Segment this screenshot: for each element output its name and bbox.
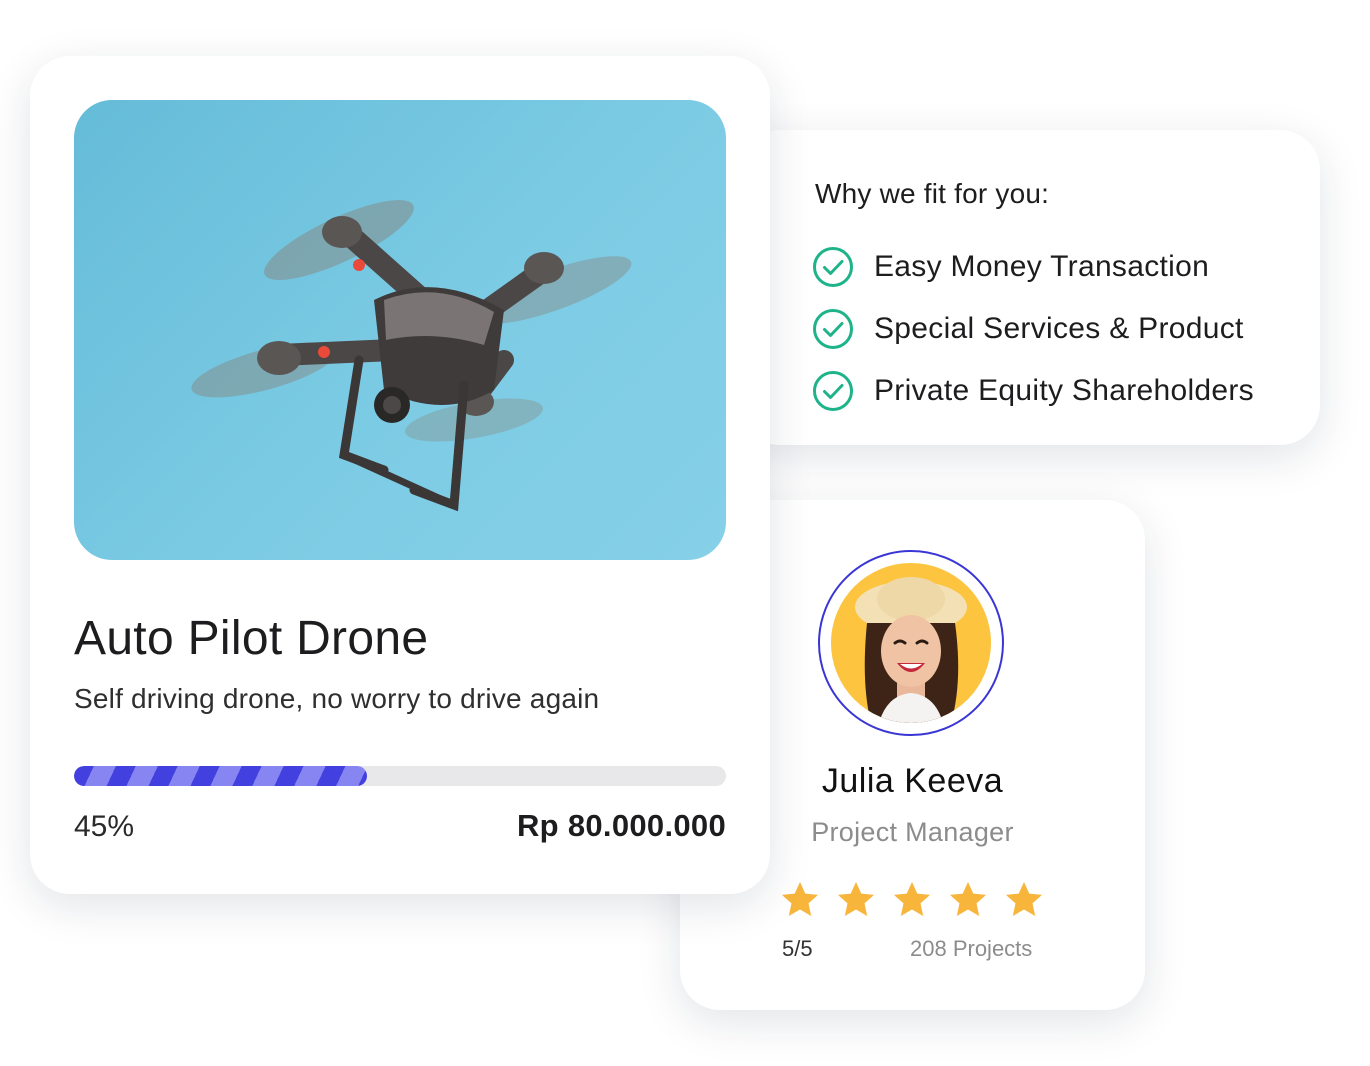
funding-amount: Rp 80.000.000 (517, 808, 726, 843)
rating-score: 5/5 (782, 936, 813, 961)
funding-percent: 45% (74, 810, 135, 843)
avatar (831, 563, 991, 723)
why-fit-item: Special Services & Product (812, 298, 1254, 360)
star-icon (838, 882, 874, 916)
projects-count: 208 Projects (910, 936, 1033, 961)
star-icon (894, 882, 930, 916)
drone-photo-icon (191, 200, 632, 512)
product-card[interactable]: Auto Pilot Drone Self driving drone, no … (30, 56, 770, 894)
funding-progress-bar (74, 766, 726, 786)
stage: Why we fit for you: Easy Money Transacti… (0, 0, 1370, 1066)
star-icon (782, 882, 818, 916)
check-circle-icon (813, 247, 853, 287)
product-description: Self driving drone, no worry to drive ag… (74, 683, 600, 714)
why-fit-item: Easy Money Transaction (812, 236, 1254, 298)
avatar-ring (818, 550, 1004, 736)
product-image (74, 100, 726, 560)
why-fit-item: Private Equity Shareholders (812, 360, 1254, 422)
avatar-photo-icon (831, 563, 991, 723)
why-fit-title: Why we fit for you: (815, 178, 1050, 209)
star-icon (950, 882, 986, 916)
why-fit-item-label: Private Equity Shareholders (874, 374, 1254, 407)
why-fit-card: Why we fit for you: Easy Money Transacti… (740, 130, 1320, 445)
why-fit-list: Easy Money Transaction Special Services … (812, 236, 1254, 422)
funding-progress-fill (74, 766, 368, 786)
rating-stars (780, 880, 1060, 920)
check-circle-icon (813, 371, 853, 411)
star-icon (1006, 882, 1042, 916)
why-fit-item-label: Easy Money Transaction (874, 250, 1210, 283)
why-fit-item-label: Special Services & Product (874, 312, 1244, 345)
check-circle-icon (813, 309, 853, 349)
product-title: Auto Pilot Drone (74, 612, 429, 665)
